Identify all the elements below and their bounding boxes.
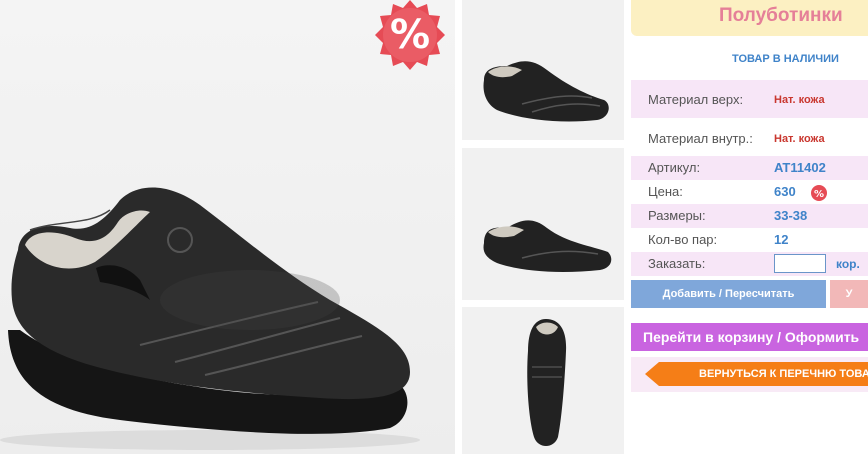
- sale-percent-label: %: [389, 12, 431, 58]
- order-quantity-input[interactable]: [774, 254, 826, 273]
- go-to-cart-button[interactable]: Перейти в корзину / Оформить: [631, 323, 868, 351]
- product-title-bar: Полуботинки: [631, 0, 868, 36]
- product-title: Полуботинки: [719, 5, 843, 26]
- sale-percent-badge: %: [373, 0, 447, 72]
- material-top-label: Материал верх:: [648, 92, 744, 107]
- thumbnail-2[interactable]: [462, 148, 624, 300]
- price-label: Цена:: [648, 184, 683, 199]
- thumbnail-3[interactable]: [462, 307, 624, 454]
- add-recalculate-button[interactable]: Добавить / Пересчитать: [631, 280, 826, 308]
- material-inner-value: Нат. кожа: [774, 133, 825, 145]
- article-value: AT11402: [774, 160, 826, 175]
- shoe-thumbnail-side-2: [483, 220, 612, 272]
- back-to-list-area: ВЕРНУТЬСЯ К ПЕРЕЧНЮ ТОВАРОВ: [631, 357, 868, 392]
- pairs-label: Кол-во пар:: [648, 232, 718, 247]
- price-value: 630: [774, 184, 796, 199]
- shoe-thumbnail-side: [483, 61, 609, 122]
- back-arrow-icon: [645, 362, 659, 386]
- secondary-action-button[interactable]: У: [830, 280, 868, 308]
- row-material-top: Материал верх: Нат. кожа: [631, 80, 868, 118]
- pairs-value: 12: [774, 232, 789, 247]
- back-to-list-button[interactable]: ВЕРНУТЬСЯ К ПЕРЕЧНЮ ТОВАРОВ: [659, 362, 868, 386]
- material-top-value: Нат. кожа: [774, 94, 825, 106]
- stock-status: ТОВАР В НАЛИЧИИ: [732, 53, 839, 65]
- material-inner-label: Материал внутр.:: [648, 131, 753, 146]
- shoe-thumbnail-top: [527, 319, 567, 446]
- sizes-value: 33-38: [774, 208, 808, 223]
- percent-icon: %: [811, 185, 827, 201]
- order-label: Заказать:: [648, 256, 706, 271]
- row-material-inner: Материал внутр.: Нат. кожа: [631, 118, 868, 156]
- price-sale-badge: %: [810, 184, 828, 202]
- row-article: Артикул: AT11402: [631, 156, 868, 180]
- svg-text:%: %: [814, 189, 824, 200]
- sizes-label: Размеры:: [648, 208, 706, 223]
- row-order: Заказать:: [631, 252, 868, 276]
- row-pairs: Кол-во пар: 12: [631, 228, 868, 252]
- thumbnail-1[interactable]: [462, 0, 624, 140]
- article-label: Артикул:: [648, 160, 701, 175]
- row-price: Цена: 630: [631, 180, 868, 204]
- order-unit: кор.: [836, 257, 860, 271]
- row-sizes: Размеры: 33-38: [631, 204, 868, 228]
